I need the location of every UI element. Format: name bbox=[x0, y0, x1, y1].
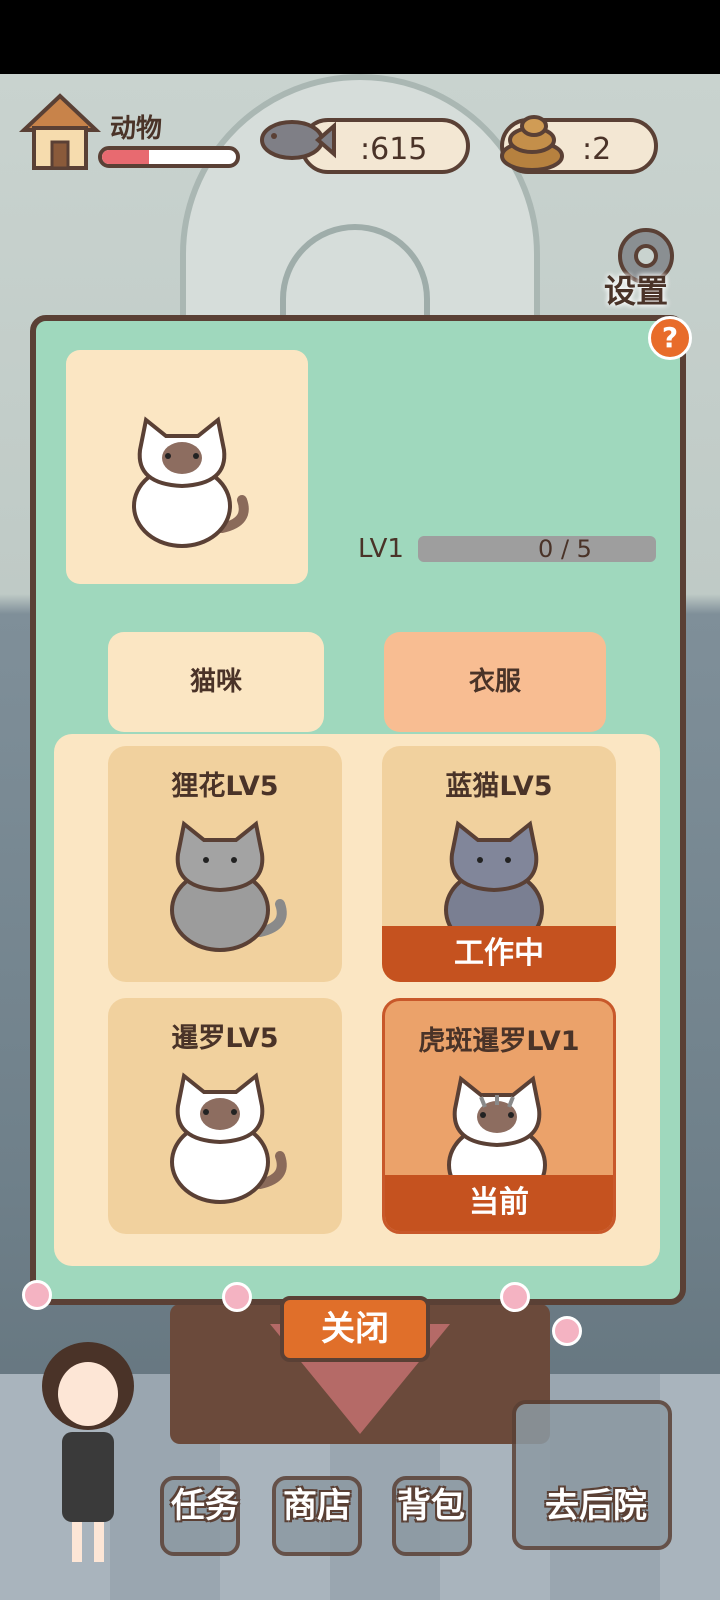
status-bar bbox=[0, 0, 720, 74]
gray-tabby-cat-image bbox=[170, 820, 287, 952]
poop-count: :2 bbox=[582, 132, 612, 167]
fish-count: :615 bbox=[360, 132, 428, 167]
paw-icon bbox=[22, 1280, 52, 1310]
level-progress-bar: 0 / 5 bbox=[418, 536, 656, 562]
siamese-cat-preview bbox=[132, 416, 249, 548]
siamese-cat-image bbox=[170, 1072, 287, 1204]
settings-label[interactable]: 设置 bbox=[604, 266, 668, 312]
nav-tasks[interactable]: 任务 bbox=[160, 1478, 250, 1548]
paw-icon bbox=[222, 1282, 252, 1312]
paw-icon bbox=[552, 1316, 582, 1346]
animals-progress-bar bbox=[98, 146, 240, 168]
poop-icon bbox=[500, 115, 564, 172]
level-label: LV1 bbox=[358, 534, 404, 564]
status-badge-working: 工作中 bbox=[382, 926, 616, 982]
animals-progress-fill bbox=[102, 150, 149, 164]
cat-name: 蓝猫LV5 bbox=[445, 771, 553, 802]
level-progress-text: 0 / 5 bbox=[538, 535, 592, 563]
cat-name: 虎斑暹罗LV1 bbox=[418, 1026, 580, 1057]
help-button[interactable]: ? bbox=[648, 316, 692, 360]
cat-name: 狸花LV5 bbox=[171, 771, 279, 802]
cat-card-tabby[interactable]: 狸花LV5 bbox=[108, 746, 342, 982]
animals-label: 动物 bbox=[110, 114, 163, 144]
cat-card-blue[interactable]: 蓝猫LV5 工作中 bbox=[382, 746, 616, 982]
nav-backyard[interactable]: 去后院 bbox=[506, 1478, 686, 1548]
tab-clothes[interactable]: 衣服 bbox=[384, 632, 606, 732]
cat-preview bbox=[66, 350, 308, 584]
shopkeeper-girl bbox=[42, 1342, 134, 1562]
house-icon[interactable] bbox=[18, 90, 102, 174]
fish-icon bbox=[260, 120, 336, 160]
cat-card-siamese[interactable]: 暹罗LV5 bbox=[108, 998, 342, 1234]
cat-name: 暹罗LV5 bbox=[171, 1023, 279, 1054]
close-button[interactable]: 关闭 bbox=[280, 1296, 430, 1362]
cat-card-tabby-siamese[interactable]: 虎斑暹罗LV1 当前 bbox=[382, 998, 616, 1234]
paw-icon bbox=[500, 1282, 530, 1312]
status-badge-current: 当前 bbox=[385, 1175, 613, 1231]
nav-bag[interactable]: 背包 bbox=[386, 1478, 476, 1548]
tab-cats[interactable]: 猫咪 bbox=[108, 632, 324, 732]
nav-shop[interactable]: 商店 bbox=[272, 1478, 362, 1548]
